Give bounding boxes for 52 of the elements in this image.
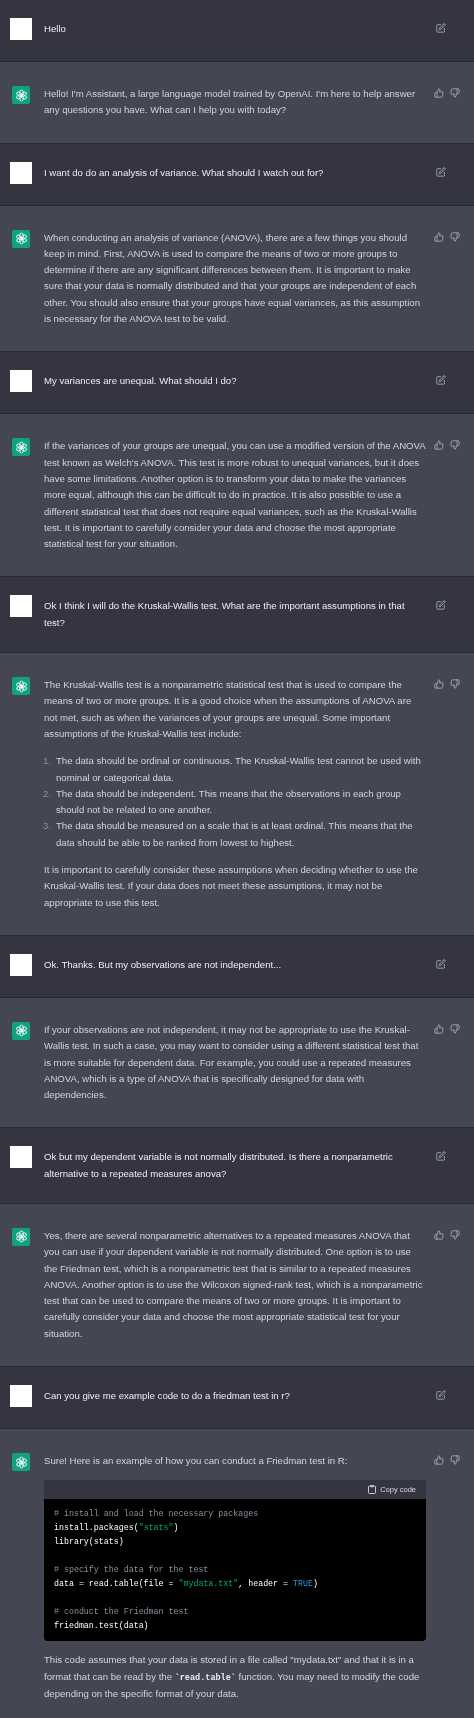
user-avatar: [10, 953, 32, 976]
thumbs-down-icon[interactable]: [450, 1455, 460, 1466]
user-avatar: [10, 161, 32, 184]
message-text: Hello! I'm Assistant, a large language model trained by OpenAI. I'm here to help answer any questions you have. What can I help you with today?: [44, 87, 417, 118]
thumbs-up-icon[interactable]: [434, 440, 444, 451]
message-text: It is important to carefully consider these assumptions when deciding whether to use the Kruskal-Wallis test. If your data does not meet these assumptions, it may not be appropriate to use this test.: [44, 863, 419, 910]
edit-icon[interactable]: [436, 600, 446, 611]
edit-icon[interactable]: [436, 1151, 446, 1162]
thumbs-up-icon[interactable]: [434, 231, 444, 242]
message-text: If your observations are not independent, it may not be appropriate to use the Kruskal-Wallis test. In such a case, you may want to consider using a different statistical test that is more suitable for dependent data. For example, you could use a repeated measures ANOVA, which is a type of ANOVA that is specifically designed for data with dependencies.: [44, 1022, 420, 1103]
thumbs-down-icon[interactable]: [450, 88, 460, 98]
list-number: 2.: [43, 786, 52, 801]
thumbs-up-icon[interactable]: [434, 1023, 444, 1034]
edit-icon[interactable]: [436, 166, 446, 177]
edit-icon[interactable]: [436, 375, 446, 386]
thumbs-up-icon[interactable]: [434, 1455, 444, 1466]
message-text: Yes, there are several nonparametric alternatives to a repeated measures ANOVA that you can use if your dependent variable is not normally distributed. One option is to use the Friedman test, which is a nonparametric test that is similar to a repeated measures ANOVA. Another option is to use the Wilcoxon signed-rank test, which is a nonparametric test that can be used to compare the means of two or more groups. It is important to carefully consider your data and choose the most appropriate statistical test for your situation.: [44, 1229, 424, 1341]
user-avatar: [10, 18, 32, 40]
edit-icon[interactable]: [436, 1390, 446, 1401]
thumbs-down-icon[interactable]: [450, 231, 460, 242]
code-text: # install and load the necessary packages install.packages("stats") library(stats) # specify the data for the test data = read.table(file = "mydata.txt", header = TRUE) # conduct the Friedman test friedman.test(data): [53, 1508, 319, 1633]
list-item-text: The data should be independent. This means that the observations in each group should not be related to one another.: [56, 786, 402, 818]
message-text: Ok I think I will do the Kruskal-Wallis test. What are the important assumptions in that test?: [44, 599, 406, 630]
list-number: 3.: [43, 819, 52, 834]
clipboard-icon: [368, 1485, 377, 1495]
list-number: 1.: [43, 754, 52, 769]
thumbs-down-icon[interactable]: [450, 679, 460, 690]
thumbs-down-icon[interactable]: [450, 440, 460, 451]
message-text: This code assumes that your data is stored in a file called "mydata.txt" and that it is in a format that can be read by the `read.table` function. You may need to modify the code depending on the specific format of your data.: [44, 1653, 421, 1701]
message-text: Hello: [44, 22, 67, 36]
thumbs-up-icon[interactable]: [434, 679, 444, 690]
message-text: Ok but my dependent variable is not normally distributed. Is there a nonparametric alternative to a repeated measures anova?: [44, 1150, 394, 1181]
thumbs-up-icon[interactable]: [434, 1230, 444, 1240]
message-text: The Kruskal-Wallis test is a nonparametric statistical test that is used to compare the means of two or more groups. It is a good choice when the assumptions of ANOVA are not met, such as when the variances of your groups are unequal. Some important assumptions of the Kruskal-Wallis test include:: [44, 678, 413, 741]
message-text: Ok. Thanks. But my observations are not independent...: [44, 957, 283, 972]
edit-icon[interactable]: [436, 958, 446, 969]
thumbs-up-icon[interactable]: [434, 88, 444, 98]
list-item-text: The data should be measured on a scale that is at least ordinal. This means that the data should be able to be ranked from lowest to highest.: [56, 819, 414, 850]
message-text: My variances are unequal. What should I do?: [44, 374, 238, 389]
user-avatar: [10, 1385, 32, 1408]
thumbs-down-icon[interactable]: [450, 1023, 460, 1034]
list-item-text: The data should be ordinal or continuous. The Kruskal-Wallis test cannot be used with nominal or categorical data.: [56, 754, 422, 785]
message-text: Can you give me example code to do a friedman test in r?: [44, 1389, 291, 1404]
thumbs-down-icon[interactable]: [450, 1230, 460, 1240]
message-text: When conducting an analysis of variance (ANOVA), there are a few things you should keep in mind. First, ANOVA is used to compare the means of two or more groups to determine if there are any significant differences between them. It is important to make sure that your data is normally distributed and that your groups are independent of each other. You should also ensure that your groups have equal variances, as this assumption is necessary for the ANOVA test to be valid.: [44, 230, 421, 327]
message-text: I want do do an analysis of variance. What should I watch out for?: [44, 165, 325, 180]
edit-icon[interactable]: [436, 23, 446, 33]
user-avatar: [10, 1146, 32, 1169]
message-text: Sure! Here is an example of how you can conduct a Friedman test in R:: [44, 1454, 349, 1469]
user-avatar: [10, 370, 32, 393]
user-avatar: [10, 595, 32, 618]
message-text: If the variances of your groups are unequal, you can use a modified version of the ANOVA test known as Welch's ANOVA. This test is more robust to unequal variances, but it does have some limitations. Another option is to transform your data to make the variances more equal, although this can be difficult to do in practice. It is also possible to use a different statistical test that does not require equal variances, such as the Kruskal-Wallis test. It is important to carefully consider your data and choose the most appropriate statistical test for your situation.: [44, 439, 426, 552]
